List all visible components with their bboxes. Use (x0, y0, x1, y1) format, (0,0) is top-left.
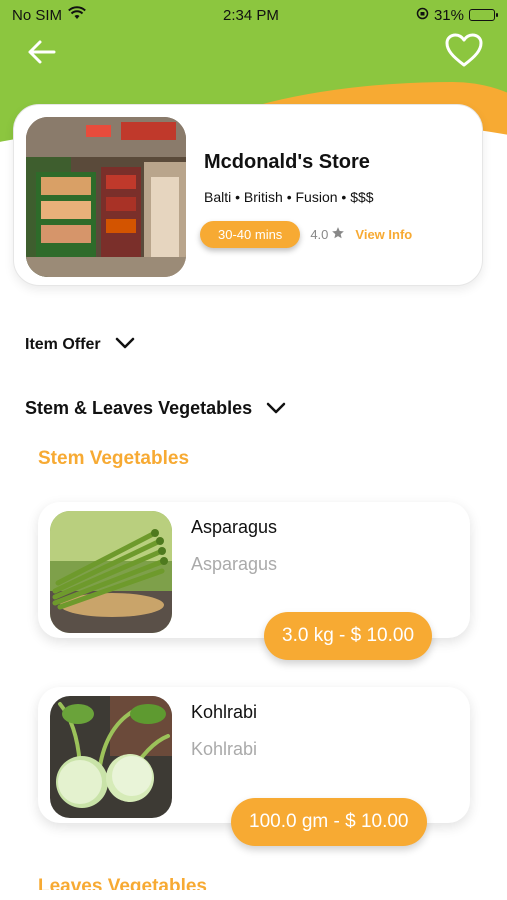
store-card: Mcdonald's Store Balti • British • Fusio… (13, 104, 483, 286)
product-price-button[interactable]: 100.0 gm - $ 10.00 (231, 798, 427, 846)
chevron-down-icon (266, 398, 286, 419)
product-name: Asparagus (191, 517, 278, 537)
view-info-link[interactable]: View Info (355, 227, 412, 242)
store-image (26, 117, 186, 277)
store-tags: Balti • British • Fusion • $$$ (204, 189, 374, 205)
category-toggle[interactable]: Stem & Leaves Vegetables (25, 398, 286, 419)
item-offer-toggle[interactable]: Item Offer (25, 336, 135, 354)
rating: 4.0 (310, 226, 345, 243)
battery-icon (468, 9, 498, 21)
favorite-button[interactable] (442, 30, 486, 74)
status-left: No SIM (12, 6, 86, 24)
rating-value: 4.0 (310, 227, 329, 242)
product-image (50, 511, 172, 633)
status-time: 2:34 PM (223, 6, 279, 24)
back-button[interactable] (24, 36, 60, 68)
product-subtitle: Asparagus (191, 554, 278, 574)
chevron-down-icon (115, 336, 135, 354)
store-name: Mcdonald's Store (204, 151, 370, 173)
product-price-button[interactable]: 3.0 kg - $ 10.00 (264, 612, 433, 660)
category-label: Stem & Leaves Vegetables (25, 398, 253, 418)
carrier-label: No SIM (12, 6, 63, 24)
status-bar: No SIM 2:34 PM 31% (0, 0, 507, 30)
delivery-time-badge: 30-40 mins (200, 221, 301, 248)
heart-icon (444, 32, 484, 73)
wifi-icon (68, 6, 86, 24)
orientation-lock-icon (416, 7, 429, 24)
subcategory-title: Stem Vegetables (38, 448, 190, 469)
product-subtitle: Kohlrabi (191, 739, 258, 759)
store-meta: 30-40 mins 4.0 View Info (200, 221, 412, 248)
item-offer-label: Item Offer (25, 336, 101, 353)
status-right: 31% (416, 6, 498, 24)
star-icon (331, 226, 345, 243)
subcategory-title: Leaves Vegetables (38, 876, 207, 890)
product-name: Kohlrabi (191, 702, 258, 722)
battery-percent: 31% (433, 6, 464, 24)
product-image (50, 696, 172, 818)
arrow-left-icon (24, 40, 60, 72)
